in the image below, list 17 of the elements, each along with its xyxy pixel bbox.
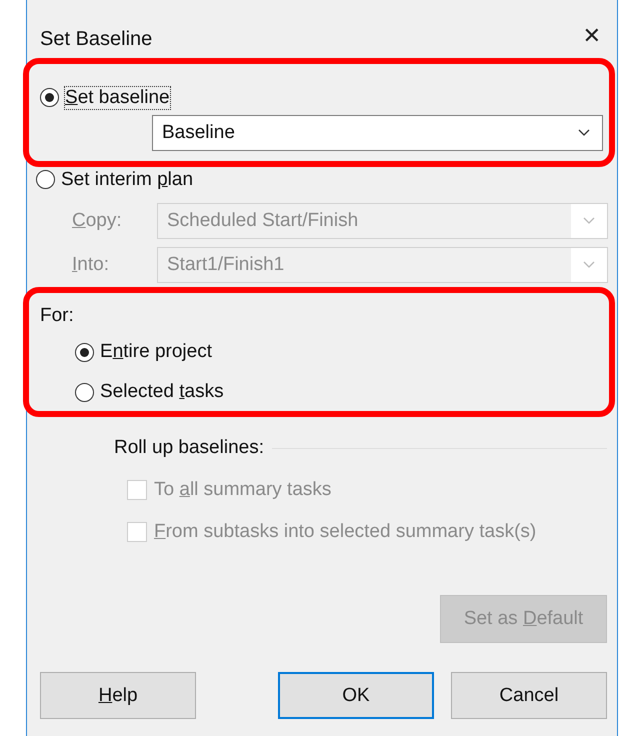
dialog-button[interactable]: OK	[278, 672, 434, 719]
window-title: Set Baseline	[40, 28, 152, 50]
radio-option[interactable]: Set baseline	[40, 86, 170, 108]
close-button[interactable]: ✕	[578, 24, 605, 48]
baseline-dropdown[interactable]: Baseline	[152, 114, 603, 150]
field-label: Into:	[71, 254, 110, 276]
chevron-icon	[578, 128, 590, 136]
group-label: For:	[40, 305, 74, 327]
chevron-icon	[583, 217, 595, 225]
radio-option[interactable]: Selected tasks	[75, 381, 224, 403]
radio-option[interactable]: Set interim plan	[36, 168, 194, 190]
dialog-button[interactable]: Help	[40, 672, 196, 719]
chevron-icon	[583, 261, 595, 269]
dialog-button[interactable]: Cancel	[451, 672, 607, 719]
radio-option[interactable]: Entire project	[75, 341, 212, 363]
field-label: Copy:	[71, 210, 123, 232]
group-label: Roll up baselines:	[114, 437, 264, 459]
